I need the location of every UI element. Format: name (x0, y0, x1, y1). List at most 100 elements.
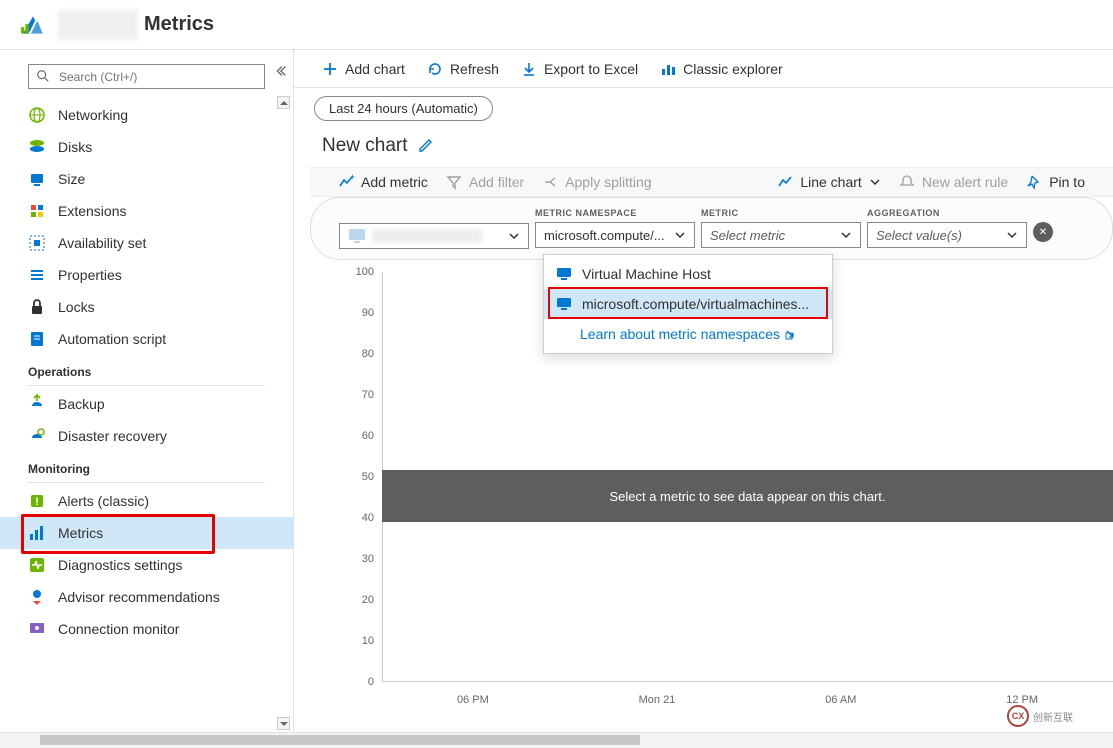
new-alert-rule-button: New alert rule (899, 174, 1008, 190)
dropdown-option-compute-vm[interactable]: microsoft.compute/virtualmachines... (544, 289, 832, 319)
y-tick: 80 (362, 348, 374, 360)
sidebar-item-networking[interactable]: Networking (0, 99, 293, 131)
sidebar-item-diagnostics[interactable]: Diagnostics settings (0, 549, 293, 581)
add-chart-label: Add chart (345, 61, 405, 77)
sidebar-item-automation-script[interactable]: Automation script (0, 323, 293, 355)
sidebar-item-label: Properties (58, 267, 122, 283)
x-tick: 06 PM (457, 694, 489, 706)
link-label: Learn about metric namespaces (580, 326, 780, 342)
resource-name-blurred (58, 10, 138, 40)
connection-monitor-icon (28, 620, 46, 638)
sidebar-item-disaster-recovery[interactable]: Disaster recovery (0, 420, 293, 452)
sidebar-item-disks[interactable]: Disks (0, 131, 293, 163)
namespace-selector[interactable]: microsoft.compute/... (535, 222, 695, 248)
svg-text:!: ! (35, 496, 39, 508)
apply-splitting-button: Apply splitting (542, 174, 651, 190)
diagnostics-icon (28, 556, 46, 574)
sidebar-item-locks[interactable]: Locks (0, 291, 293, 323)
sidebar-item-alerts[interactable]: !Alerts (classic) (0, 485, 293, 517)
scroll-down-icon[interactable] (277, 717, 290, 730)
refresh-icon (427, 61, 443, 77)
learn-namespaces-link[interactable]: Learn about metric namespaces (544, 319, 832, 349)
bell-icon (899, 174, 915, 190)
filter-icon (446, 174, 462, 190)
sidebar-item-size[interactable]: Size (0, 163, 293, 195)
availability-set-icon (28, 234, 46, 252)
sidebar-item-extensions[interactable]: Extensions (0, 195, 293, 227)
download-icon (521, 61, 537, 77)
aggregation-label: AGGREGATION (867, 208, 1027, 218)
pin-button[interactable]: Pin to (1026, 174, 1085, 190)
time-range-selector[interactable]: Last 24 hours (Automatic) (314, 96, 493, 121)
sidebar-item-label: Diagnostics settings (58, 557, 183, 573)
search-icon (36, 69, 50, 83)
y-tick: 30 (362, 553, 374, 565)
y-tick: 40 (362, 512, 374, 524)
chevron-down-icon (508, 230, 520, 242)
y-axis: 100 90 80 70 60 50 40 30 20 10 0 (338, 272, 378, 682)
chevron-down-icon (1006, 229, 1018, 241)
sidebar-item-label: Networking (58, 107, 128, 123)
add-metric-icon: + (338, 174, 354, 190)
vm-icon (556, 297, 572, 311)
sidebar-search-input[interactable] (28, 64, 265, 89)
sidebar-item-availability-set[interactable]: Availability set (0, 227, 293, 259)
namespace-value: microsoft.compute/... (544, 228, 665, 243)
backup-icon (28, 395, 46, 413)
x-axis: 06 PM Mon 21 06 AM 12 PM (382, 694, 1113, 706)
add-metric-button[interactable]: +Add metric (338, 174, 428, 190)
advisor-icon (28, 588, 46, 606)
sidebar-item-label: Metrics (58, 525, 103, 541)
empty-chart-banner: Select a metric to see data appear on th… (382, 470, 1113, 522)
horizontal-scrollbar[interactable] (0, 732, 1113, 748)
dropdown-label: microsoft.compute/virtualmachines... (582, 296, 809, 312)
barchart-icon (660, 61, 676, 77)
sidebar-item-backup[interactable]: Backup (0, 388, 293, 420)
section-monitoring: Monitoring (0, 452, 293, 480)
metrics-icon (28, 524, 46, 542)
y-tick: 0 (368, 676, 374, 688)
lock-icon (28, 298, 46, 316)
aggregation-placeholder: Select value(s) (876, 228, 962, 243)
aggregation-selector[interactable]: Select value(s) (867, 222, 1027, 248)
sidebar-item-metrics[interactable]: Metrics (0, 517, 293, 549)
export-excel-button[interactable]: Export to Excel (521, 61, 638, 77)
add-filter-label: Add filter (469, 174, 524, 190)
split-icon (542, 174, 558, 190)
line-chart-icon (777, 174, 793, 190)
sidebar-item-properties[interactable]: Properties (0, 259, 293, 291)
network-icon (28, 106, 46, 124)
metric-selector[interactable]: Select metric (701, 222, 861, 248)
collapse-sidebar-icon[interactable] (273, 64, 287, 81)
highlight-annotation (21, 514, 215, 554)
y-tick: 100 (356, 266, 374, 278)
y-tick: 60 (362, 430, 374, 442)
disks-icon (28, 138, 46, 156)
size-icon (28, 170, 46, 188)
dropdown-option-vm-host[interactable]: Virtual Machine Host (544, 259, 832, 289)
alert-rule-label: New alert rule (922, 174, 1008, 190)
sidebar: Networking Disks Size Extensions Availab… (0, 50, 294, 732)
sidebar-item-label: Availability set (58, 235, 146, 251)
remove-metric-icon[interactable]: ✕ (1033, 222, 1053, 242)
add-chart-button[interactable]: Add chart (322, 61, 405, 77)
classic-label: Classic explorer (683, 61, 783, 77)
classic-explorer-button[interactable]: Classic explorer (660, 61, 783, 77)
pin-label: Pin to (1049, 174, 1085, 190)
edit-title-icon[interactable] (418, 137, 434, 156)
chart-toolbar: +Add metric Add filter Apply splitting L… (310, 167, 1113, 197)
sidebar-item-advisor[interactable]: Advisor recommendations (0, 581, 293, 613)
refresh-button[interactable]: Refresh (427, 61, 499, 77)
y-tick: 10 (362, 635, 374, 647)
y-tick: 50 (362, 471, 374, 483)
alerts-icon: ! (28, 492, 46, 510)
sidebar-item-label: Disks (58, 139, 92, 155)
chart-type-selector[interactable]: Line chart (777, 174, 880, 190)
apply-splitting-label: Apply splitting (565, 174, 651, 190)
sidebar-item-connection-monitor[interactable]: Connection monitor (0, 613, 293, 645)
scope-selector[interactable] (339, 223, 529, 249)
watermark-logo-icon: CX (1007, 705, 1029, 727)
sidebar-item-label: Advisor recommendations (58, 589, 220, 605)
dropdown-label: Virtual Machine Host (582, 266, 711, 282)
add-filter-button: Add filter (446, 174, 524, 190)
